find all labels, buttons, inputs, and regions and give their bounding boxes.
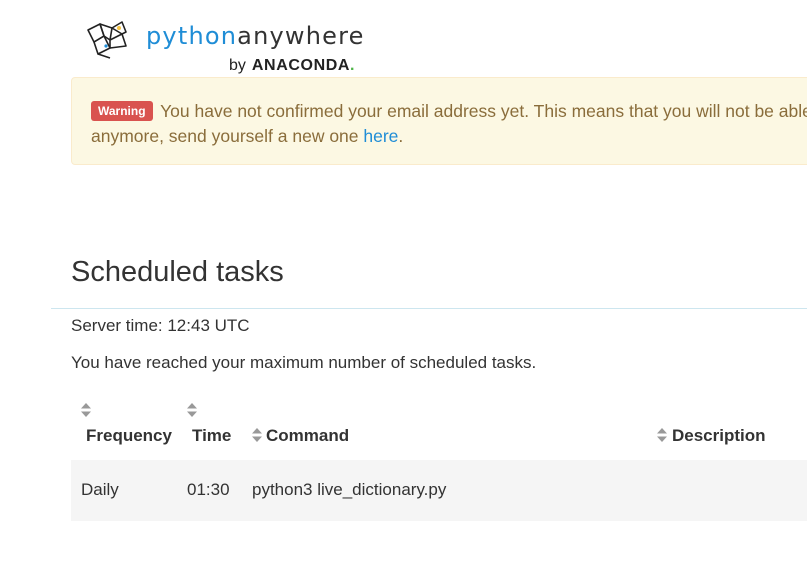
email-warning-alert: Warning You have not confirmed your emai… <box>71 77 807 165</box>
warning-message-line2: anymore, send yourself a new one <box>91 126 364 146</box>
column-header-time[interactable]: Time <box>192 426 231 446</box>
warning-badge: Warning <box>91 101 153 121</box>
column-header-frequency[interactable]: Frequency <box>86 426 172 446</box>
logo-wordmark: pythonanywhere <box>146 22 365 50</box>
logo-anaconda: ANACONDA <box>251 57 351 74</box>
logo-anaconda-dot: . <box>350 57 355 74</box>
column-header-command[interactable]: Command <box>266 426 349 446</box>
sort-icon[interactable] <box>252 428 262 442</box>
resend-confirmation-link[interactable]: here <box>363 126 398 146</box>
logo-python: python <box>146 22 238 50</box>
cell-frequency: Daily <box>81 480 119 499</box>
cell-time: 01:30 <box>187 480 230 499</box>
warning-end: . <box>398 126 404 146</box>
cell-command: python3 live_dictionary.py <box>252 480 447 499</box>
python-snake-icon <box>87 21 127 59</box>
page-title: Scheduled tasks <box>71 256 284 288</box>
pythonanywhere-logo[interactable]: pythonanywhere by ANACONDA. <box>86 20 376 80</box>
logo-byline: by ANACONDA. <box>229 57 355 75</box>
logo-anywhere: anywhere <box>237 22 365 50</box>
logo-by: by <box>229 57 246 74</box>
column-header-description[interactable]: Description <box>672 426 766 446</box>
warning-message: You have not confirmed your email addres… <box>160 101 807 121</box>
sort-icon[interactable] <box>81 403 91 417</box>
task-limit-note: You have reached your maximum number of … <box>71 353 537 372</box>
table-row: Daily 01:30 python3 live_dictionary.py <box>71 460 807 521</box>
server-time: Server time: 12:43 UTC <box>71 316 250 335</box>
title-divider <box>51 308 807 309</box>
sort-icon[interactable] <box>657 428 667 442</box>
page: pythonanywhere by ANACONDA. Warning You h… <box>0 0 807 561</box>
sort-icon[interactable] <box>187 403 197 417</box>
